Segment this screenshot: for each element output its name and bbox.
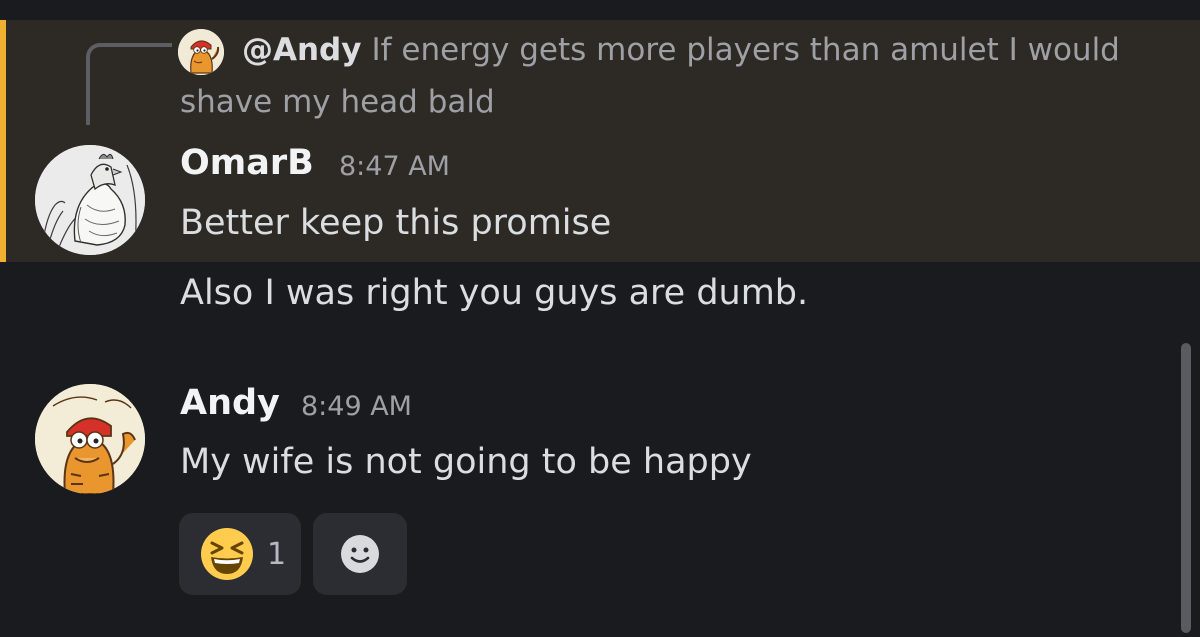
message-text: Better keep this promise: [180, 203, 612, 243]
message-text: My wife is not going to be happy: [180, 442, 752, 482]
avatar-omarb[interactable]: [35, 145, 145, 255]
garfield-avatar-icon: [35, 384, 145, 494]
mention-highlight-bar: [0, 20, 6, 262]
message-timestamp: 8:49 AM: [301, 391, 412, 422]
message-text: Also I was right you guys are dumb.: [180, 273, 809, 313]
reply-preview[interactable]: @Andy If energy gets more players than am…: [180, 24, 1180, 128]
message-timestamp: 8:47 AM: [339, 151, 450, 182]
message-username[interactable]: OmarB: [180, 143, 314, 183]
reply-connector: [86, 43, 172, 125]
reaction-laugh[interactable]: 1: [179, 513, 301, 595]
add-reaction-button[interactable]: [313, 513, 407, 595]
laughing-squint-emoji-icon: [201, 528, 253, 580]
add-reaction-smiley-icon: [341, 535, 379, 573]
message-username[interactable]: Andy: [180, 383, 280, 423]
reaction-count: 1: [267, 537, 287, 572]
scrollbar-thumb[interactable]: [1181, 343, 1191, 633]
rooster-avatar-icon: [35, 145, 145, 255]
avatar-andy[interactable]: [35, 384, 145, 494]
top-strip: [0, 0, 1200, 20]
reply-mention[interactable]: @Andy: [242, 32, 361, 68]
